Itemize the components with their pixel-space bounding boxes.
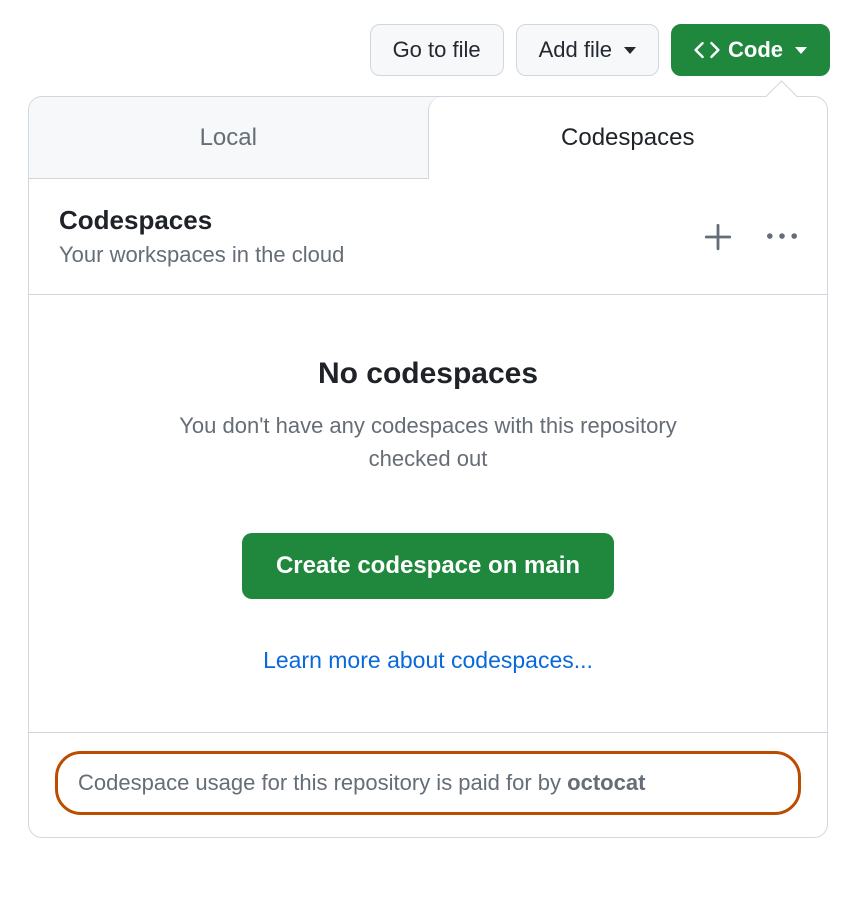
codespaces-subtitle: Your workspaces in the cloud: [59, 242, 703, 268]
code-popover: Local Codespaces Codespaces Your workspa…: [28, 96, 828, 838]
caret-down-icon: [624, 47, 636, 54]
add-file-label: Add file: [539, 37, 612, 63]
empty-description: You don't have any codespaces with this …: [178, 409, 678, 475]
usage-payer: octocat: [567, 770, 645, 795]
code-icon: [694, 37, 720, 63]
codespaces-menu-button[interactable]: [767, 222, 797, 252]
codespaces-title: Codespaces: [59, 205, 703, 236]
create-codespace-button[interactable]: Create codespace on main: [242, 533, 614, 599]
codespaces-footer: Codespace usage for this repository is p…: [29, 732, 827, 837]
codespaces-empty-state: No codespaces You don't have any codespa…: [29, 295, 827, 732]
add-codespace-button[interactable]: [703, 222, 733, 252]
plus-icon: [703, 222, 733, 252]
caret-down-icon: [795, 47, 807, 54]
add-file-button[interactable]: Add file: [516, 24, 659, 76]
code-button-label: Code: [728, 37, 783, 63]
popover-tabs: Local Codespaces: [29, 97, 827, 179]
tab-local[interactable]: Local: [29, 97, 428, 178]
empty-title: No codespaces: [69, 357, 787, 391]
repo-toolbar: Go to file Add file Code: [0, 0, 852, 76]
codespaces-header: Codespaces Your workspaces in the cloud: [29, 179, 827, 295]
code-button[interactable]: Code: [671, 24, 830, 76]
usage-prefix: Codespace usage for this repository is p…: [78, 770, 567, 795]
kebab-horizontal-icon: [767, 222, 797, 252]
usage-notice: Codespace usage for this repository is p…: [55, 751, 801, 815]
go-to-file-button[interactable]: Go to file: [370, 24, 504, 76]
tab-codespaces[interactable]: Codespaces: [428, 97, 828, 179]
learn-more-link[interactable]: Learn more about codespaces...: [263, 647, 593, 673]
